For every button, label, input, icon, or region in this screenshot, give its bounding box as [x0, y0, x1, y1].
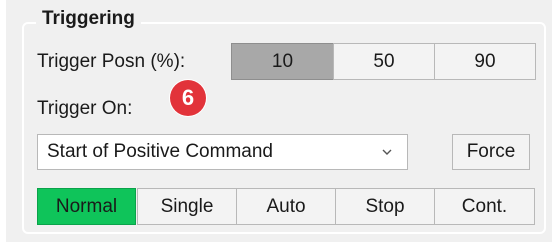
force-button[interactable]: Force: [452, 134, 530, 170]
posn-button-90[interactable]: 90: [434, 43, 536, 80]
posn-button-50[interactable]: 50: [333, 43, 435, 80]
trigger-on-label: Trigger On:: [37, 98, 133, 119]
mode-button-normal[interactable]: Normal: [37, 188, 136, 225]
mode-button-stop[interactable]: Stop: [335, 188, 435, 225]
posn-button-10[interactable]: 10: [231, 43, 334, 80]
group-title: Triggering: [36, 6, 141, 32]
mode-button-auto[interactable]: Auto: [236, 188, 336, 225]
trigger-posn-label: Trigger Posn (%):: [37, 51, 186, 72]
chevron-down-icon: [375, 148, 399, 156]
trigger-on-select-value: Start of Positive Command: [47, 141, 273, 162]
trigger-on-select[interactable]: Start of Positive Command: [37, 134, 408, 170]
mode-button-cont[interactable]: Cont.: [434, 188, 535, 225]
annotation-badge: 6: [170, 80, 206, 116]
mode-button-single[interactable]: Single: [137, 188, 237, 225]
